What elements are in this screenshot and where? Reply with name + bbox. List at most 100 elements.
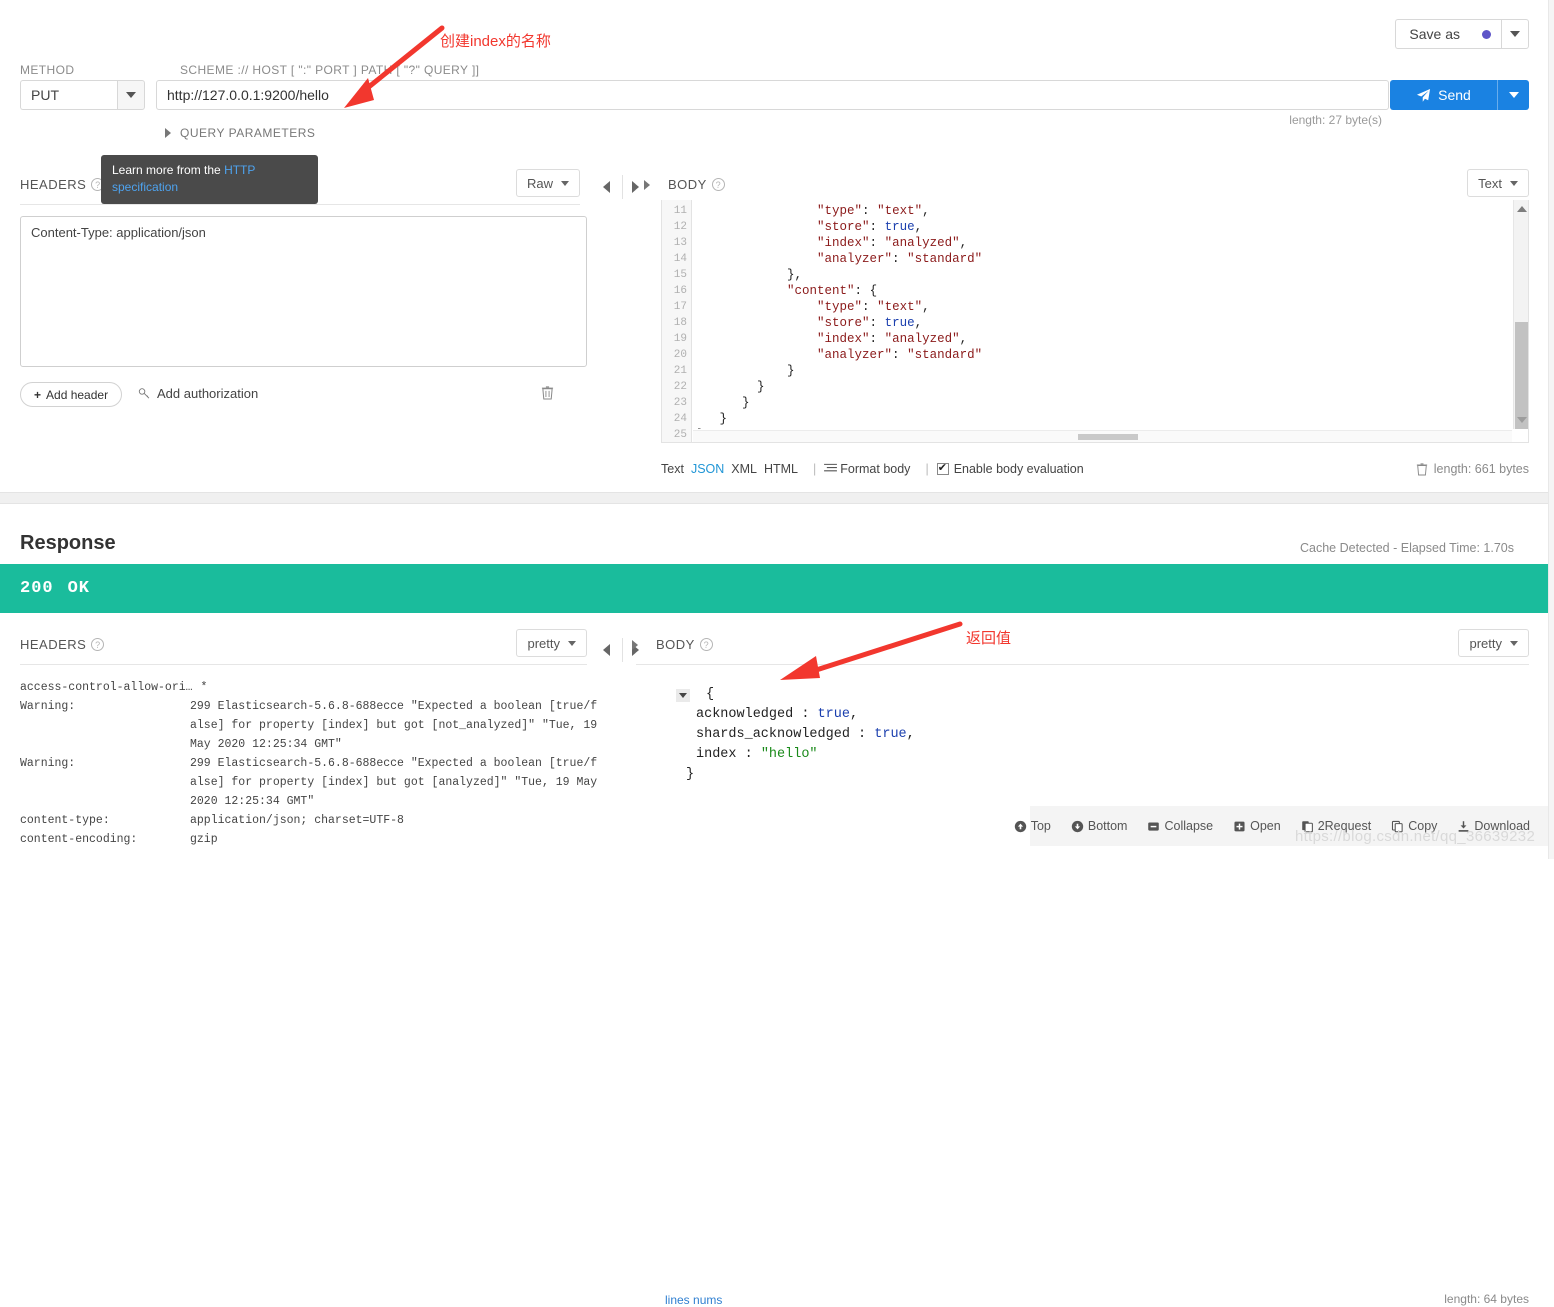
method-dropdown-button[interactable] xyxy=(117,80,145,110)
delete-headers-button[interactable] xyxy=(541,385,554,403)
copy-request-icon xyxy=(1301,820,1313,833)
arrow-down-circle-icon xyxy=(1071,820,1084,833)
format-body-button[interactable]: Format body xyxy=(824,462,910,476)
download-icon xyxy=(1457,820,1469,832)
response-headers-view-select[interactable]: pretty xyxy=(516,629,587,657)
response-body-view-value: pretty xyxy=(1469,635,1502,651)
format-tab-text[interactable]: Text xyxy=(661,462,684,476)
request-headers-title-text: HEADERS xyxy=(20,177,87,192)
send-label: Send xyxy=(1438,87,1471,103)
toolbar-item-label: Top xyxy=(1030,819,1051,833)
response-headers-list: access-control-allow-ori… * Warning: 299 El… xyxy=(20,678,600,853)
scroll-up-icon[interactable] xyxy=(1517,206,1527,212)
collapse-node-icon[interactable] xyxy=(676,689,690,702)
chevron-down-icon xyxy=(126,92,136,98)
query-parameters-toggle[interactable]: QUERY PARAMETERS xyxy=(165,126,315,140)
scrollbar-thumb[interactable] xyxy=(1515,322,1528,429)
add-header-button[interactable]: + Add header xyxy=(20,382,123,407)
toolbar-download-button[interactable]: Download xyxy=(1457,819,1530,833)
panel-divider[interactable] xyxy=(0,492,1554,504)
send-button[interactable]: Send xyxy=(1390,80,1529,110)
chevron-right-icon[interactable] xyxy=(632,640,638,650)
page-scrollbar[interactable] xyxy=(1548,0,1554,859)
url-length-label: length: 27 byte(s) xyxy=(1289,113,1382,127)
editor-horizontal-scrollbar[interactable] xyxy=(693,430,1512,442)
response-body-view-select[interactable]: pretty xyxy=(1458,629,1529,657)
request-body-editor[interactable]: 11 12 13 14 15 16 17 18 19 20 21 22 23 2… xyxy=(661,200,1529,443)
request-headers-actions: + Add header Add authorization xyxy=(20,382,587,408)
toolbar-item-label: Collapse xyxy=(1164,819,1214,833)
trash-icon[interactable] xyxy=(1416,462,1428,476)
save-as-dropdown-button[interactable] xyxy=(1501,19,1529,49)
add-header-label: Add header xyxy=(46,387,109,402)
response-header-value: application/json; charset=UTF-8 xyxy=(190,814,404,827)
help-icon[interactable]: ? xyxy=(711,178,725,191)
arrow-up-circle-icon xyxy=(1014,820,1026,833)
request-body-length: length: 661 bytes xyxy=(1416,462,1529,476)
editor-vertical-scrollbar[interactable] xyxy=(1513,200,1528,429)
response-header-value: 299 Elasticsearch-5.6.8-688ecce "Expecte… xyxy=(190,700,598,751)
help-icon[interactable]: ? xyxy=(699,638,713,651)
json-close-brace: } xyxy=(686,767,695,782)
http-spec-tooltip: Learn more from the HTTP specification xyxy=(101,155,318,204)
add-authorization-button[interactable]: Add authorization xyxy=(138,386,258,401)
divider xyxy=(622,638,623,662)
request-body-view-value: Text xyxy=(1478,175,1502,191)
method-value: PUT xyxy=(20,80,117,110)
lines-nums-toggle[interactable]: lines nums xyxy=(665,1293,722,1307)
key-icon xyxy=(138,388,150,399)
toolbar-bottom-button[interactable]: Bottom xyxy=(1071,819,1127,833)
json-field-row: shards_acknowledged : true, xyxy=(662,725,1422,745)
url-input[interactable] xyxy=(156,80,1389,110)
toolbar-open-button[interactable]: Open xyxy=(1233,819,1281,833)
collapse-left-icon[interactable] xyxy=(603,181,610,193)
request-body-view-select[interactable]: Text xyxy=(1467,169,1529,197)
divider: | xyxy=(925,462,929,476)
send-dropdown-button[interactable] xyxy=(1497,80,1529,110)
enable-body-evaluation-checkbox[interactable]: Enable body evaluation xyxy=(936,461,1084,476)
chevron-down-icon xyxy=(568,640,576,646)
request-body-footer: Text JSON XML HTML | Format body | Enabl… xyxy=(661,458,1529,480)
scroll-down-icon[interactable] xyxy=(1517,417,1527,423)
chevron-right-icon[interactable] xyxy=(644,180,650,190)
method-select[interactable]: PUT xyxy=(20,80,145,110)
response-headers-view-value: pretty xyxy=(527,635,560,651)
json-field-row: acknowledged : true, xyxy=(662,705,1422,725)
json-field-row: index : "hello" xyxy=(662,745,1422,765)
json-key: shards_acknowledged xyxy=(696,727,850,742)
format-tab-html[interactable]: HTML xyxy=(764,462,798,476)
scrollbar-thumb[interactable] xyxy=(1078,434,1138,440)
request-body-length-label: length: 661 bytes xyxy=(1433,462,1529,476)
response-body-toolbar: Top Bottom Collapse Open 2Request Copy Downloa… xyxy=(1014,806,1554,846)
request-headers-title: HEADERS? xyxy=(20,177,105,192)
trash-icon xyxy=(541,386,554,400)
toolbar-item-label: Copy xyxy=(1408,819,1438,833)
toolbar-collapse-button[interactable]: Collapse xyxy=(1147,819,1213,833)
json-separator: : xyxy=(793,707,818,722)
request-headers-view-select[interactable]: Raw xyxy=(515,169,580,197)
collapse-left-icon[interactable] xyxy=(603,644,610,656)
toolbar-top-button[interactable]: Top xyxy=(1014,819,1051,833)
save-as-label: Save as xyxy=(1409,26,1460,42)
format-tab-json[interactable]: JSON xyxy=(691,462,724,476)
send-button-main[interactable]: Send xyxy=(1390,87,1497,103)
toolbar-copy-button[interactable]: Copy xyxy=(1391,819,1437,833)
request-panel: Save as METHOD SCHEME :// HOST [ ":" POR… xyxy=(0,0,1554,492)
plus-square-icon xyxy=(1233,820,1245,832)
save-as-button[interactable]: Save as xyxy=(1395,19,1501,49)
request-headers-textarea[interactable]: Content-Type: application/json xyxy=(20,216,587,367)
json-separator: : xyxy=(849,727,875,742)
json-key: acknowledged xyxy=(696,707,794,722)
response-headers-title-text: HEADERS xyxy=(20,637,87,652)
response-meta: Cache Detected - Elapsed Time: 1.70s xyxy=(1299,541,1514,555)
help-icon[interactable]: ? xyxy=(91,638,105,651)
response-header-value: 299 Elasticsearch-5.6.8-688ecce "Expecte… xyxy=(190,757,598,808)
editor-code-content[interactable]: "type": "text", "store": true, "index": … xyxy=(693,200,1512,429)
json-value: "hello" xyxy=(760,747,818,762)
json-key: index xyxy=(696,747,737,762)
chevron-down-icon xyxy=(1510,640,1518,646)
toolbar-2request-button[interactable]: 2Request xyxy=(1301,819,1371,833)
method-label: METHOD xyxy=(20,63,75,77)
format-tab-xml[interactable]: XML xyxy=(731,462,757,476)
url-label: SCHEME :// HOST [ ":" PORT ] PATH [ "?" … xyxy=(180,63,480,77)
